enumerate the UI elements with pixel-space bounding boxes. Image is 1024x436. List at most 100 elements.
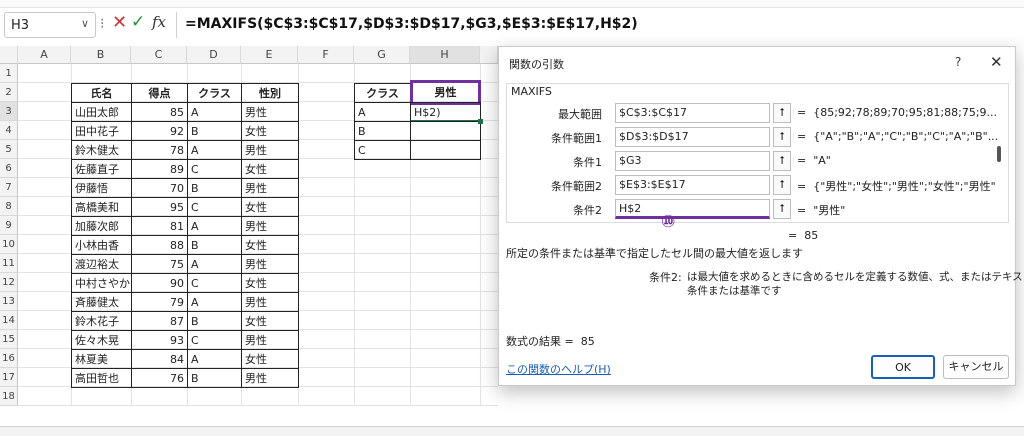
row-header-2[interactable]: 2 xyxy=(0,83,18,102)
col-header-a[interactable]: A xyxy=(18,46,71,64)
col-header-d[interactable]: D xyxy=(187,46,241,64)
table-cell-score[interactable]: 90 xyxy=(131,273,188,293)
table-cell-score[interactable]: 76 xyxy=(131,368,188,388)
table-cell-class[interactable]: C xyxy=(187,273,242,293)
arg-input-criteria-range1[interactable]: $D$3:$D$17 xyxy=(615,127,770,147)
table-cell-gender[interactable]: 女性 xyxy=(241,121,299,141)
col-header-i[interactable] xyxy=(480,46,498,64)
table-cell-class[interactable]: B xyxy=(187,121,242,141)
table-cell-gender[interactable]: 女性 xyxy=(241,197,299,217)
table-cell-score[interactable]: 89 xyxy=(131,159,188,179)
table-cell-name[interactable]: 山田太郎 xyxy=(71,102,132,122)
table-cell-score[interactable]: 92 xyxy=(131,121,188,141)
row-header-4[interactable]: 4 xyxy=(0,121,18,140)
collapse-arrow-icon[interactable]: ⭡ xyxy=(773,127,791,147)
help-icon[interactable]: ? xyxy=(955,55,961,69)
name-box[interactable]: H3 ∨ xyxy=(4,12,96,38)
chevron-down-icon[interactable]: ∨ xyxy=(81,17,89,30)
table-cell-class[interactable]: C xyxy=(187,330,242,350)
table-cell-gender[interactable]: 男性 xyxy=(241,102,299,122)
col-header-b[interactable]: B xyxy=(71,46,131,64)
cancel-button[interactable]: キャンセル xyxy=(943,355,1009,379)
row-header-12[interactable]: 12 xyxy=(0,273,18,292)
row-header-13[interactable]: 13 xyxy=(0,292,18,311)
row-header-16[interactable]: 16 xyxy=(0,349,18,368)
arg-input-criteria1[interactable]: $G3 xyxy=(615,151,770,171)
table-cell-class[interactable]: A xyxy=(187,292,242,312)
row-header-1[interactable]: 1 xyxy=(0,64,18,83)
table-cell-gender[interactable]: 男性 xyxy=(241,292,299,312)
table-cell-name[interactable]: 渡辺裕太 xyxy=(71,254,132,274)
row-header-3[interactable]: 3 xyxy=(0,102,18,121)
table-header-gender[interactable]: 性別 xyxy=(241,83,299,103)
table-cell-class[interactable]: A xyxy=(187,216,242,236)
arg-input-max-range[interactable]: $C$3:$C$17 xyxy=(615,103,770,123)
active-cell-h3[interactable]: H$2) xyxy=(410,102,481,122)
table-cell-gender[interactable]: 女性 xyxy=(241,311,299,331)
summary-class-b[interactable]: B xyxy=(354,121,411,141)
table-cell-class[interactable]: A xyxy=(187,254,242,274)
col-header-f[interactable]: F xyxy=(298,46,354,64)
row-header-7[interactable]: 7 xyxy=(0,178,18,197)
table-cell-score[interactable]: 81 xyxy=(131,216,188,236)
row-header-18[interactable]: 18 xyxy=(0,387,18,406)
ok-button[interactable]: OK xyxy=(871,355,935,379)
table-cell-score[interactable]: 70 xyxy=(131,178,188,198)
table-cell-class[interactable]: C xyxy=(187,197,242,217)
table-header-class[interactable]: クラス xyxy=(187,83,242,103)
function-help-link[interactable]: この関数のヘルプ(H) xyxy=(506,361,611,377)
col-header-h[interactable]: H xyxy=(410,46,480,64)
table-cell-name[interactable]: 小林由香 xyxy=(71,235,132,255)
table-cell-score[interactable]: 93 xyxy=(131,330,188,350)
row-header-9[interactable]: 9 xyxy=(0,216,18,235)
table-cell-class[interactable]: A xyxy=(187,102,242,122)
row-header-5[interactable]: 5 xyxy=(0,140,18,159)
table-cell-gender[interactable]: 女性 xyxy=(241,349,299,369)
table-cell-score[interactable]: 85 xyxy=(131,102,188,122)
table-cell-class[interactable]: A xyxy=(187,140,242,160)
table-cell-name[interactable]: 高田哲也 xyxy=(71,368,132,388)
table-cell-name[interactable]: 高橋美和 xyxy=(71,197,132,217)
row-header-6[interactable]: 6 xyxy=(0,159,18,178)
table-cell-gender[interactable]: 女性 xyxy=(241,159,299,179)
table-cell-gender[interactable]: 女性 xyxy=(241,273,299,293)
table-cell-name[interactable]: 佐々木晃 xyxy=(71,330,132,350)
row-header-14[interactable]: 14 xyxy=(0,311,18,330)
table-cell-name[interactable]: 斉藤健太 xyxy=(71,292,132,312)
table-cell-name[interactable]: 鈴木花子 xyxy=(71,311,132,331)
formula-input[interactable]: =MAXIFS($C$3:$C$17,$D$3:$D$17,$G3,$E$3:$… xyxy=(176,12,1022,38)
col-header-e[interactable]: E xyxy=(241,46,298,64)
table-cell-class[interactable]: B xyxy=(187,178,242,198)
table-cell-score[interactable]: 78 xyxy=(131,140,188,160)
table-cell-gender[interactable]: 男性 xyxy=(241,254,299,274)
table-cell-class[interactable]: A xyxy=(187,349,242,369)
arg-input-criteria-range2[interactable]: $E$3:$E$17 xyxy=(615,175,770,195)
table-header-name[interactable]: 氏名 xyxy=(71,83,132,103)
table-header-score[interactable]: 得点 xyxy=(131,83,188,103)
name-box-value[interactable]: H3 xyxy=(11,18,29,33)
summary-cell-h5[interactable] xyxy=(410,140,481,160)
summary-header-class[interactable]: クラス xyxy=(354,83,411,103)
table-cell-class[interactable]: C xyxy=(187,159,242,179)
row-header-10[interactable]: 10 xyxy=(0,235,18,254)
table-cell-score[interactable]: 95 xyxy=(131,197,188,217)
select-all-corner[interactable] xyxy=(0,46,18,64)
summary-class-a[interactable]: A xyxy=(354,102,411,122)
close-icon[interactable]: ✕ xyxy=(990,53,1003,71)
collapse-arrow-icon[interactable]: ⭡ xyxy=(773,151,791,171)
table-cell-gender[interactable]: 男性 xyxy=(241,140,299,160)
collapse-arrow-icon[interactable]: ⭡ xyxy=(773,175,791,195)
row-header-11[interactable]: 11 xyxy=(0,254,18,273)
table-cell-gender[interactable]: 女性 xyxy=(241,235,299,255)
table-cell-score[interactable]: 87 xyxy=(131,311,188,331)
table-cell-gender[interactable]: 男性 xyxy=(241,216,299,236)
arg-input-criteria2[interactable]: H$2 xyxy=(615,199,770,219)
table-cell-name[interactable]: 伊藤悟 xyxy=(71,178,132,198)
table-cell-class[interactable]: B xyxy=(187,235,242,255)
row-header-8[interactable]: 8 xyxy=(0,197,18,216)
table-cell-score[interactable]: 88 xyxy=(131,235,188,255)
table-cell-name[interactable]: 加藤次郎 xyxy=(71,216,132,236)
col-header-g[interactable]: G xyxy=(354,46,410,64)
table-cell-gender[interactable]: 男性 xyxy=(241,178,299,198)
summary-cell-h4[interactable] xyxy=(410,121,481,141)
